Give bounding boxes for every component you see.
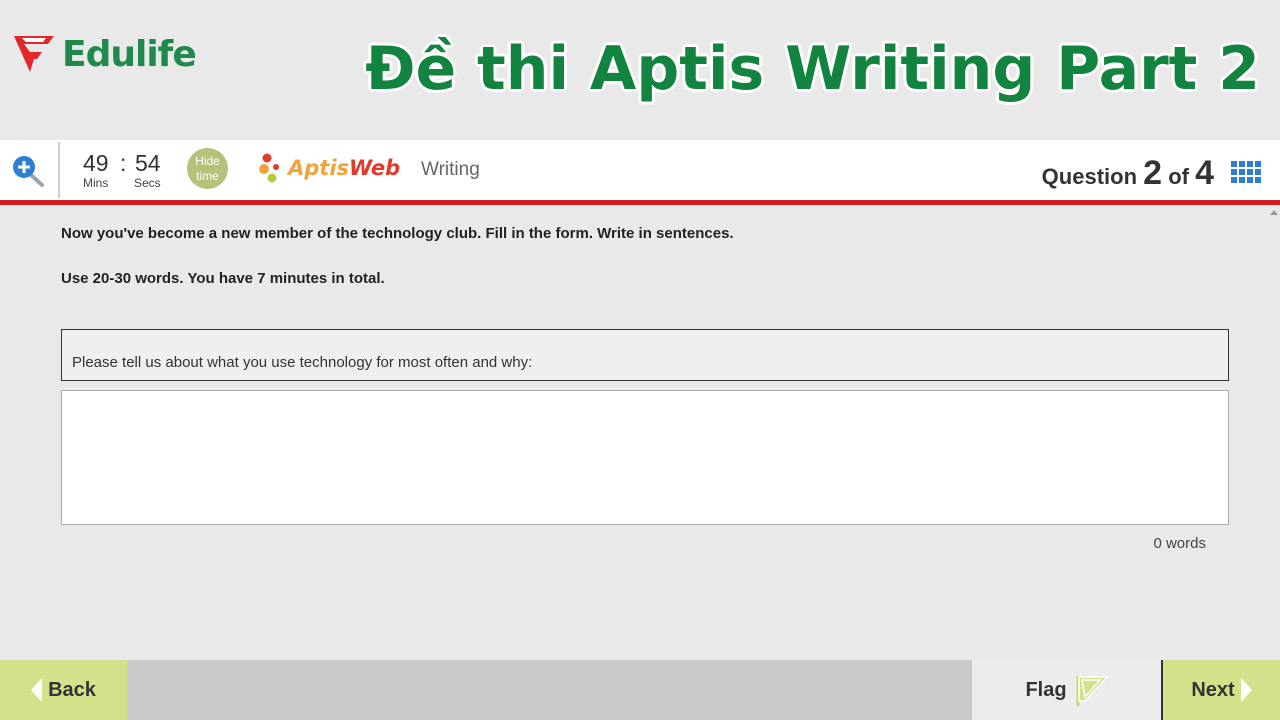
timer-colon: : (120, 150, 127, 176)
flag-icon (1076, 676, 1109, 706)
aptisweb-logo-text-web: Web (349, 156, 401, 180)
next-button[interactable]: Next (1161, 660, 1280, 720)
back-button[interactable]: Back (0, 660, 127, 720)
question-prompt: Please tell us about what you use techno… (72, 354, 533, 371)
timer-minutes-label: Mins (83, 176, 109, 190)
banner-title: Đề thi Aptis Writing Part 2 (365, 34, 1260, 104)
aptisweb-logo-text-aptis: Aptis (288, 156, 350, 180)
question-total: 4 (1195, 154, 1214, 192)
header-divider (58, 142, 60, 198)
question-of: of (1168, 164, 1189, 189)
timer-seconds: 54 (135, 150, 161, 176)
task-instruction: Now you've become a new member of the te… (61, 225, 734, 242)
section-name: Writing (421, 159, 480, 180)
scroll-up-arrow[interactable] (1270, 210, 1278, 215)
header-accent-line (0, 200, 1280, 205)
aptisweb-logo: AptisWeb (258, 152, 400, 184)
promo-banner: Edulife Đề thi Aptis Writing Part 2 (0, 0, 1280, 140)
chevron-right-icon (1240, 678, 1252, 702)
word-count: 0 words (1153, 535, 1206, 552)
back-button-label: Back (48, 678, 96, 701)
countdown-timer: 49 : 54 Mins Secs (80, 150, 170, 194)
next-button-label: Next (1191, 678, 1235, 701)
flag-button[interactable]: Flag (972, 660, 1162, 720)
navigation-footer: Back Flag Next (0, 660, 1280, 720)
edulife-logo-icon (14, 36, 54, 72)
hide-time-button[interactable]: Hide time (187, 148, 228, 189)
aptisweb-logo-icon (259, 153, 279, 183)
question-prefix: Question (1041, 164, 1138, 189)
flag-button-label: Flag (1025, 678, 1067, 701)
chevron-left-icon (31, 678, 43, 702)
brand-name: Edulife (62, 33, 197, 75)
question-current: 2 (1143, 154, 1163, 192)
exam-header: 49 : 54 Mins Secs Hide time AptisWeb Wri… (0, 140, 1280, 200)
zoom-in-icon[interactable] (12, 156, 46, 188)
timer-seconds-label: Secs (134, 176, 161, 190)
answer-textarea[interactable] (61, 390, 1229, 525)
timer-minutes: 49 (83, 150, 109, 176)
question-grid-icon[interactable] (1231, 161, 1263, 185)
question-counter: Question 2 of 4 (1042, 154, 1214, 193)
word-limit-instruction: Use 20-30 words. You have 7 minutes in t… (61, 270, 385, 287)
question-prompt-box: Please tell us about what you use techno… (61, 329, 1229, 381)
edulife-logo: Edulife (12, 32, 197, 76)
